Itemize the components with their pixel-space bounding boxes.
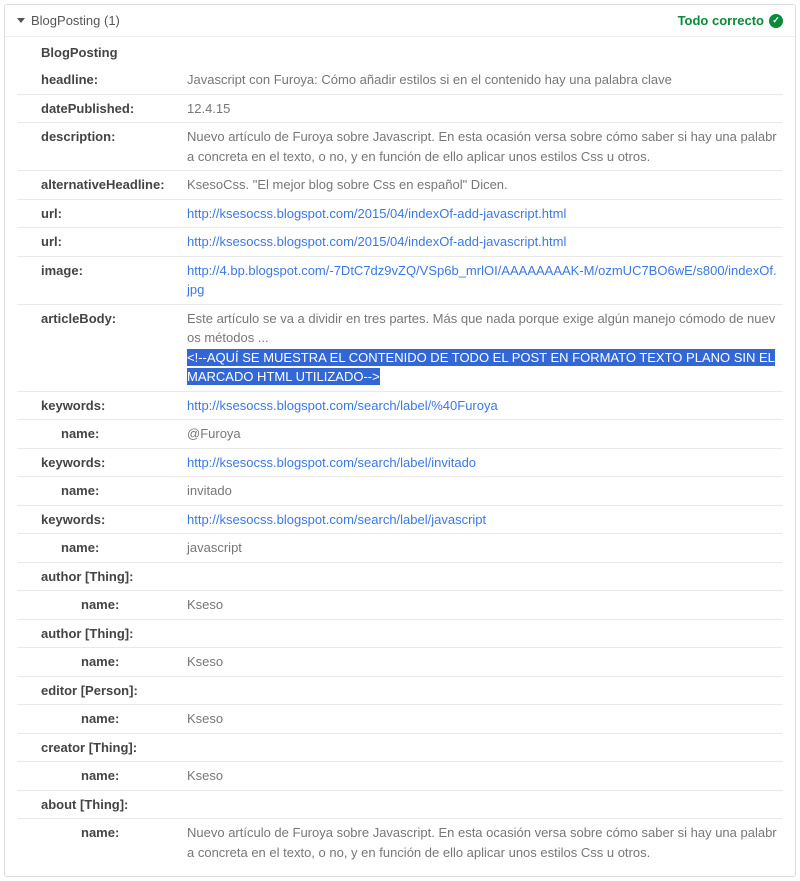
property-table: headline:Javascript con Furoya: Cómo aña… (17, 66, 783, 866)
property-key: url: (17, 232, 187, 252)
property-row: about [Thing]: (17, 790, 783, 819)
property-row: name:Kseso (17, 761, 783, 790)
property-row: creator [Thing]: (17, 733, 783, 762)
panel-title: BlogPosting (1) (31, 13, 678, 28)
property-row: description:Nuevo artículo de Furoya sob… (17, 122, 783, 170)
property-value: Este artículo se va a dividir en tres pa… (187, 309, 783, 387)
property-key: keywords: (17, 453, 187, 473)
property-key: articleBody: (17, 309, 187, 329)
property-key: name: (17, 709, 187, 729)
property-key: url: (17, 204, 187, 224)
property-value: Nuevo artículo de Furoya sobre Javascrip… (187, 127, 783, 166)
property-row: keywords:http://ksesocss.blogspot.com/se… (17, 391, 783, 420)
property-key: name: (17, 424, 187, 444)
property-value: Kseso (187, 766, 783, 786)
status-badge: Todo correcto ✓ (678, 13, 783, 28)
property-value-link[interactable]: http://ksesocss.blogspot.com/search/labe… (187, 453, 783, 473)
property-value-link[interactable]: http://ksesocss.blogspot.com/search/labe… (187, 510, 783, 530)
property-key: image: (17, 261, 187, 281)
property-value: invitado (187, 481, 783, 501)
property-row: name:Nuevo artículo de Furoya sobre Java… (17, 818, 783, 866)
property-key: editor [Person]: (17, 681, 187, 701)
structured-data-panel: BlogPosting (1) Todo correcto ✓ BlogPost… (4, 4, 796, 877)
property-value: KsesoCss. "El mejor blog sobre Css en es… (187, 175, 783, 195)
property-key: name: (17, 652, 187, 672)
property-value: @Furoya (187, 424, 783, 444)
property-row: name:Kseso (17, 590, 783, 619)
property-value: Kseso (187, 595, 783, 615)
property-row: name:Kseso (17, 704, 783, 733)
property-value-link[interactable]: http://ksesocss.blogspot.com/2015/04/ind… (187, 232, 783, 252)
property-row: articleBody:Este artículo se va a dividi… (17, 304, 783, 391)
property-row: name:invitado (17, 476, 783, 505)
property-row: name:@Furoya (17, 419, 783, 448)
property-key: headline: (17, 70, 187, 90)
property-row: url:http://ksesocss.blogspot.com/2015/04… (17, 199, 783, 228)
property-key: keywords: (17, 510, 187, 530)
property-key: name: (17, 595, 187, 615)
property-key: keywords: (17, 396, 187, 416)
property-key: description: (17, 127, 187, 147)
property-key: author [Thing]: (17, 624, 187, 644)
property-value: javascript (187, 538, 783, 558)
panel-body: BlogPosting headline:Javascript con Furo… (5, 37, 795, 876)
property-value: Javascript con Furoya: Cómo añadir estil… (187, 70, 783, 90)
property-row: author [Thing]: (17, 619, 783, 648)
property-row: datePublished:12.4.15 (17, 94, 783, 123)
property-value-link[interactable]: http://ksesocss.blogspot.com/search/labe… (187, 396, 783, 416)
property-key: name: (17, 823, 187, 843)
property-row: editor [Person]: (17, 676, 783, 705)
property-value-link[interactable]: http://ksesocss.blogspot.com/2015/04/ind… (187, 204, 783, 224)
property-row: url:http://ksesocss.blogspot.com/2015/04… (17, 227, 783, 256)
status-text: Todo correcto (678, 13, 764, 28)
property-row: keywords:http://ksesocss.blogspot.com/se… (17, 505, 783, 534)
highlighted-text: <!--AQUÍ SE MUESTRA EL CONTENIDO DE TODO… (187, 349, 775, 386)
property-key: author [Thing]: (17, 567, 187, 587)
property-key: datePublished: (17, 99, 187, 119)
property-row: headline:Javascript con Furoya: Cómo aña… (17, 66, 783, 94)
property-value: Kseso (187, 709, 783, 729)
type-header: BlogPosting (17, 37, 783, 66)
property-key: about [Thing]: (17, 795, 187, 815)
property-value: 12.4.15 (187, 99, 783, 119)
property-key: alternativeHeadline: (17, 175, 187, 195)
property-value-link[interactable]: http://4.bp.blogspot.com/-7DtC7dz9vZQ/VS… (187, 261, 783, 300)
caret-down-icon (17, 18, 25, 23)
property-key: creator [Thing]: (17, 738, 187, 758)
property-key: name: (17, 481, 187, 501)
property-key: name: (17, 766, 187, 786)
property-row: alternativeHeadline:KsesoCss. "El mejor … (17, 170, 783, 199)
property-key: name: (17, 538, 187, 558)
property-row: image:http://4.bp.blogspot.com/-7DtC7dz9… (17, 256, 783, 304)
property-row: name:Kseso (17, 647, 783, 676)
check-circle-icon: ✓ (769, 14, 783, 28)
property-value: Kseso (187, 652, 783, 672)
property-row: author [Thing]: (17, 562, 783, 591)
property-value: Nuevo artículo de Furoya sobre Javascrip… (187, 823, 783, 862)
property-row: name:javascript (17, 533, 783, 562)
panel-header[interactable]: BlogPosting (1) Todo correcto ✓ (5, 5, 795, 37)
property-row: keywords:http://ksesocss.blogspot.com/se… (17, 448, 783, 477)
